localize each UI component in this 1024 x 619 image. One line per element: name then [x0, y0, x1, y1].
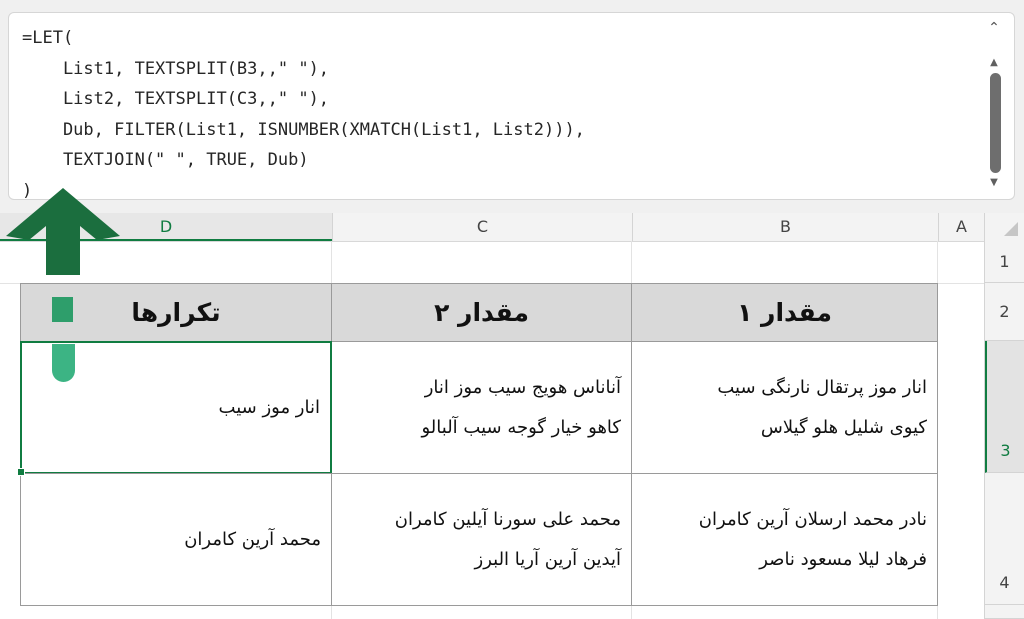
- column-header-a[interactable]: A: [938, 213, 984, 241]
- chevron-up-icon[interactable]: ⌃: [986, 21, 1002, 35]
- cell-b4[interactable]: نادر محمد ارسلان آرین کامران فرهاد لیلا …: [631, 473, 938, 606]
- cell-d4[interactable]: محمد آرین کامران: [20, 473, 332, 606]
- drag-handle-pill: [52, 344, 75, 382]
- row-headers: 1 2 3 4: [984, 241, 1024, 619]
- cell-c4[interactable]: محمد علی سورنا آیلین کامران آیدین آرین آ…: [331, 473, 632, 606]
- select-all-triangle-icon: [1004, 222, 1018, 236]
- column-headers: D C B A: [0, 213, 1024, 242]
- row-header-4[interactable]: 4: [985, 473, 1024, 605]
- scroll-up-arrow-icon[interactable]: ▲: [986, 57, 1002, 69]
- header-cell-c[interactable]: مقدار ۲: [331, 283, 632, 342]
- drag-handle-square: [52, 297, 73, 322]
- formula-line: List1, TEXTSPLIT(B3,," "),: [22, 58, 330, 79]
- column-header-c[interactable]: C: [332, 213, 632, 241]
- row-header-2[interactable]: 2: [985, 283, 1024, 341]
- fill-handle[interactable]: [17, 468, 25, 476]
- formula-line: =LET(: [22, 28, 74, 48]
- row-header-3[interactable]: 3: [985, 341, 1024, 473]
- formula-line: Dub, FILTER(List1, ISNUMBER(XMATCH(List1…: [22, 119, 585, 140]
- formula-text[interactable]: =LET( List1, TEXTSPLIT(B3,," "), List2, …: [22, 23, 585, 199]
- formula-scrollbar-thumb[interactable]: [990, 73, 1001, 173]
- cell-c3[interactable]: آناناس هویج سیب موز انار کاهو خیار گوجه …: [331, 341, 632, 474]
- select-all-corner[interactable]: [984, 213, 1024, 241]
- row-header-5[interactable]: [985, 605, 1024, 619]
- header-cell-b[interactable]: مقدار ۱: [631, 283, 938, 342]
- formula-line: TEXTJOIN(" ", TRUE, Dub): [22, 150, 309, 170]
- column-header-b[interactable]: B: [632, 213, 938, 241]
- row-header-1[interactable]: 1: [985, 241, 1024, 283]
- scroll-down-arrow-icon[interactable]: ▼: [986, 177, 1002, 189]
- formula-line: List2, TEXTSPLIT(C3,," "),: [22, 89, 330, 109]
- formula-bar[interactable]: =LET( List1, TEXTSPLIT(B3,," "), List2, …: [8, 12, 1015, 200]
- data-table: تکرارها مقدار ۲ مقدار ۱ انار موز پرتقال …: [20, 283, 938, 606]
- arrow-up-icon: [6, 188, 120, 275]
- cell-b3[interactable]: انار موز پرتقال نارنگی سیب کیوی شلیل هلو…: [631, 341, 938, 474]
- worksheet[interactable]: D C B A 1 2 3 4 تکرارها مقدار ۲ مقدار ۱ …: [0, 213, 1024, 619]
